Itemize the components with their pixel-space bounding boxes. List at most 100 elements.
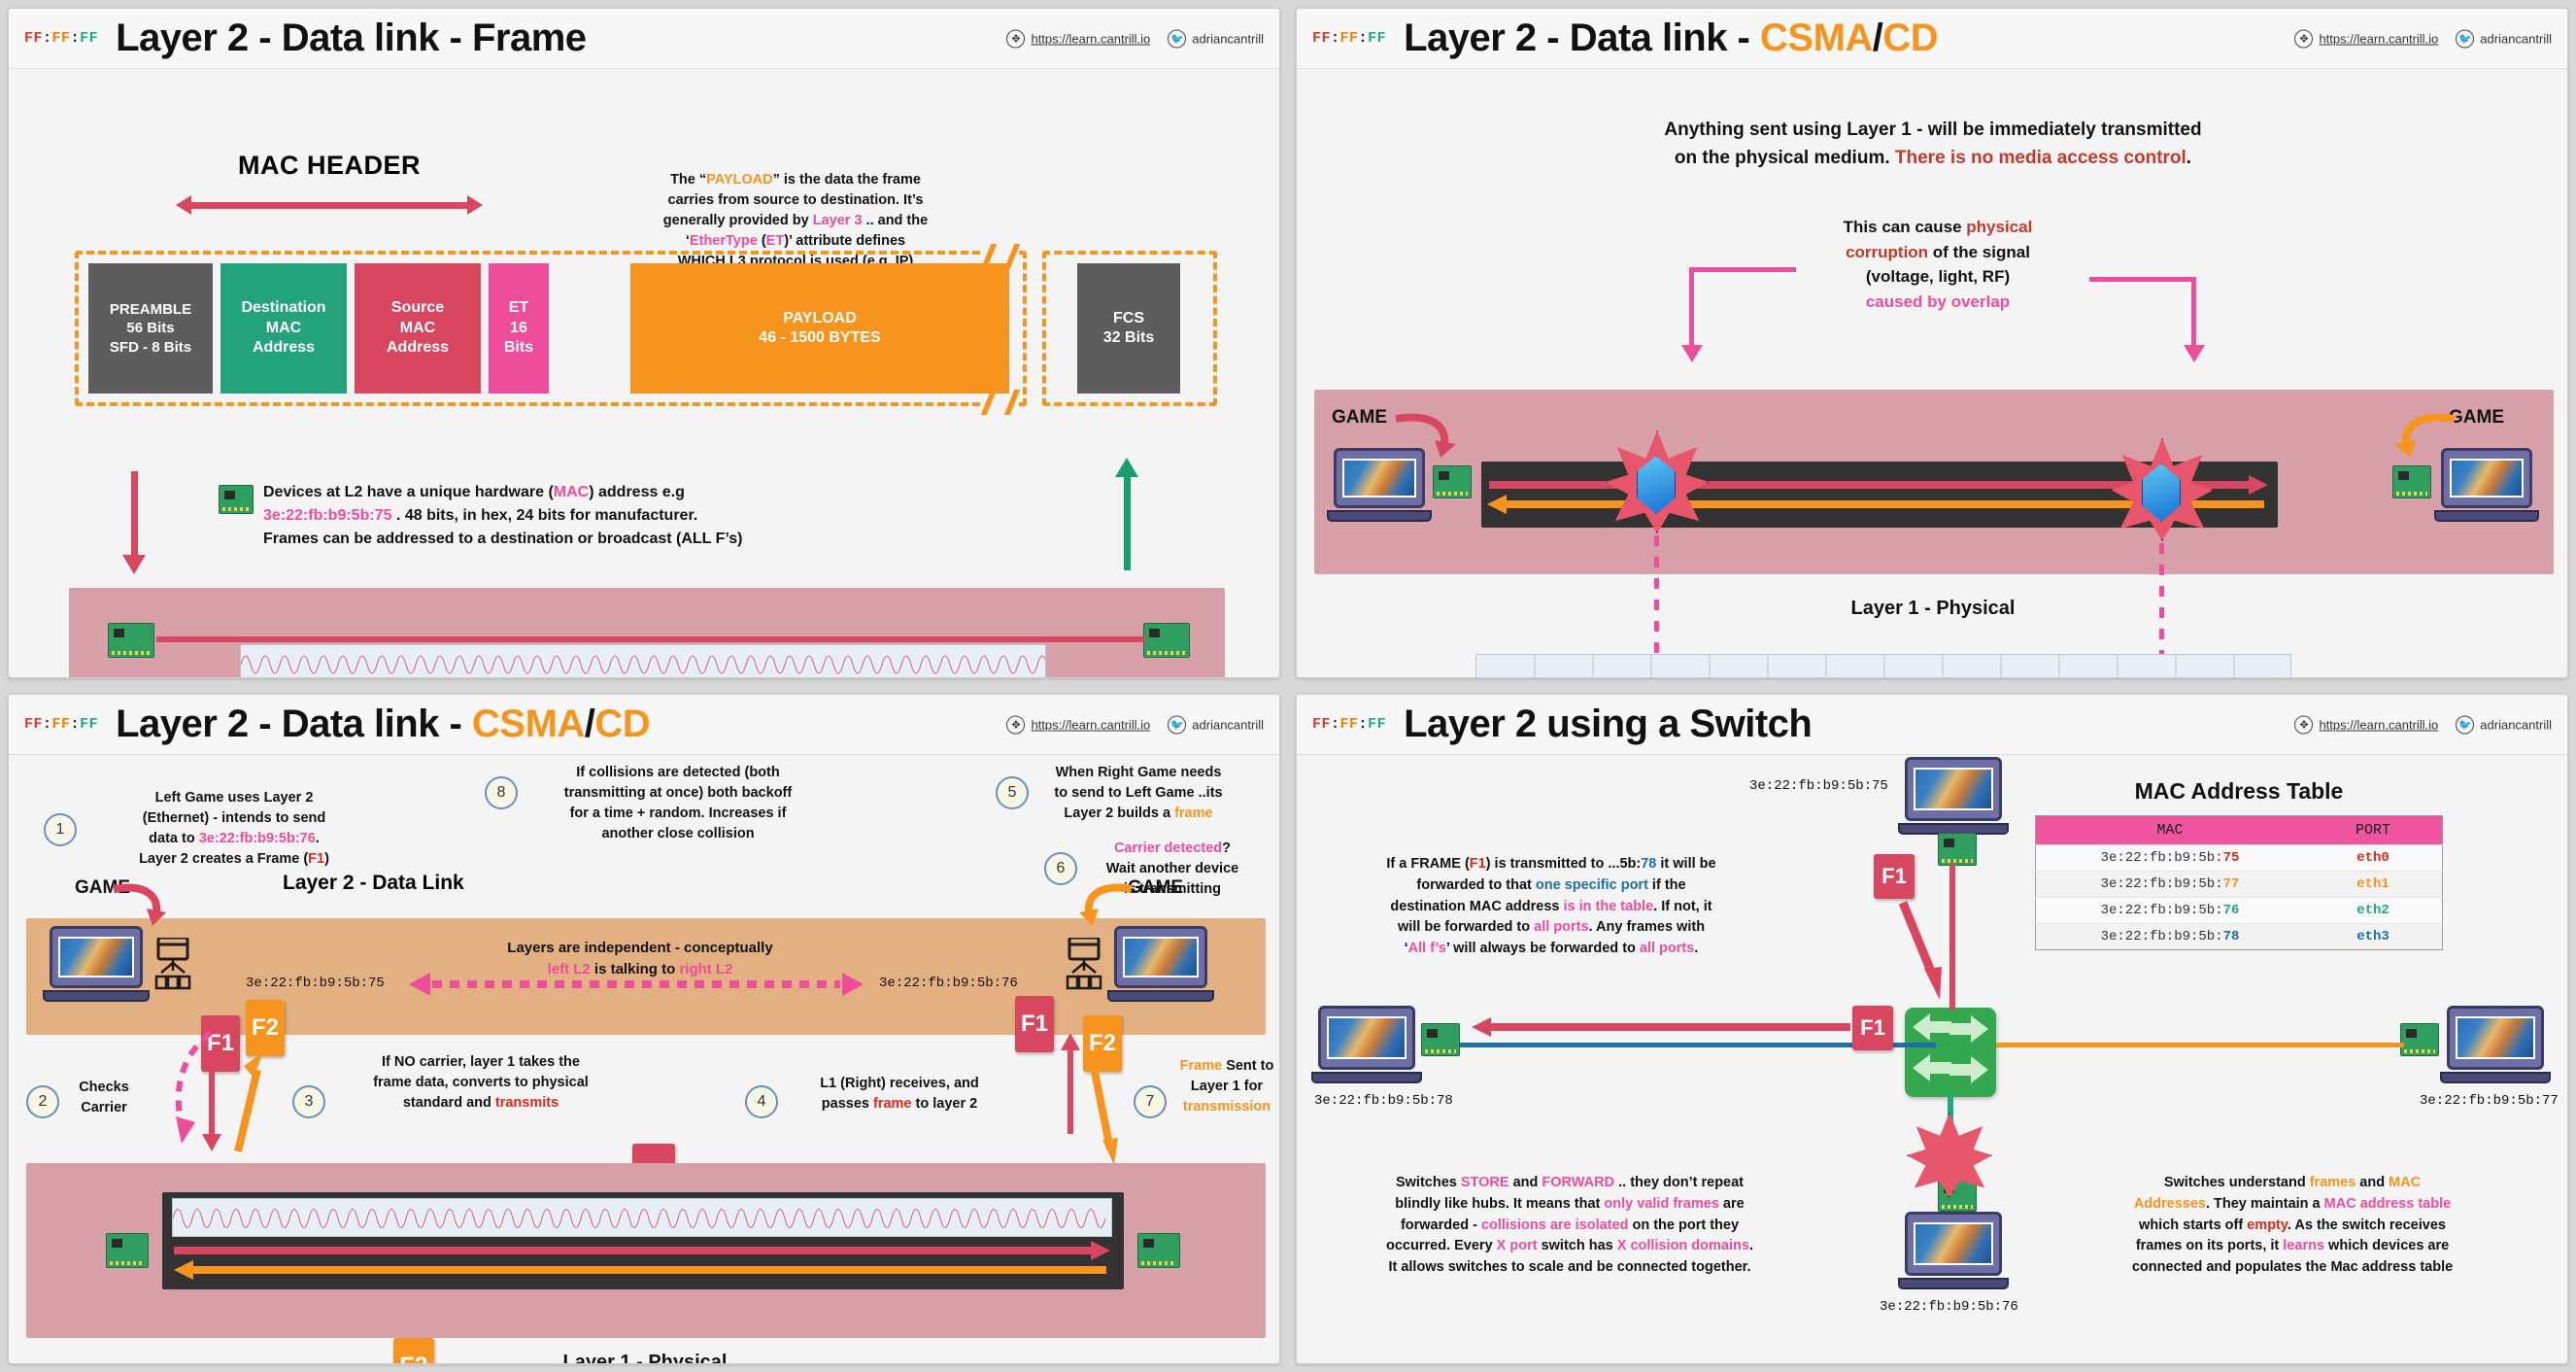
f2-up-arrow-left — [234, 1052, 263, 1152]
game-right-arrow — [2394, 413, 2456, 458]
frame-tag-f2-b: F2 — [1083, 1015, 1122, 1072]
header-links: ✥ https://learn.cantrill.io 🐦 adriancantri… — [1006, 715, 1264, 734]
laptop-image — [1342, 459, 1416, 497]
sn-4e: . — [1748, 1238, 1753, 1254]
nic-left-icon — [106, 1233, 149, 1268]
fn-3a: destination MAC address — [1390, 898, 1564, 914]
title-pre: Layer 2 - Data link - — [1404, 17, 1760, 59]
laptop-image — [1914, 1222, 1993, 1265]
pn-4d: ET — [765, 233, 785, 250]
un-1b: frames — [2309, 1175, 2356, 1190]
site-link[interactable]: ✥ https://learn.cantrill.io — [2294, 715, 2438, 734]
un-4a: frames on its ports, it — [2135, 1238, 2284, 1254]
un-4b: learns — [2283, 1238, 2325, 1254]
laptop-base — [2434, 510, 2539, 522]
step-number-5: 5 — [996, 776, 1029, 809]
twitter-icon: 🐦 — [1168, 29, 1187, 48]
step-number-8: 8 — [485, 776, 518, 809]
sn-3a: forwarded - — [1400, 1217, 1481, 1233]
laptop-image — [2456, 1016, 2535, 1059]
cell-mac: 3e:22:fb:b9:5b:76 — [2035, 897, 2305, 924]
sn-1a: Switches — [1395, 1175, 1461, 1190]
twitter-link[interactable]: 🐦 adriancantrill — [2456, 715, 2552, 734]
site-link-label: https://learn.cantrill.io — [2319, 717, 2439, 732]
sn-5: It allows switches to scale and be conne… — [1388, 1259, 1751, 1275]
laptop-right — [1107, 926, 1214, 1002]
header-links: ✥ https://learn.cantrill.io 🐦 adriancantri… — [1006, 29, 1264, 48]
page-title: Layer 2 - Data link - CSMA/CD — [116, 703, 651, 746]
mac-left-label: 3e:22:fb:b9:5b:75 — [246, 976, 385, 991]
fn-5d: all ports — [1639, 941, 1695, 956]
switch-understand-note: Switches understand frames and MAC Addre… — [2064, 1173, 2521, 1279]
sn-1d: FORWARD — [1542, 1175, 1615, 1190]
waveform-box — [172, 1198, 1112, 1237]
field-line2: 56 Bits — [126, 320, 175, 337]
frame-field-payload: PAYLOAD 46 - 1500 BYTES — [630, 263, 1009, 394]
site-link-label: https://learn.cantrill.io — [1031, 31, 1151, 46]
step-number-7: 7 — [1134, 1085, 1167, 1118]
nic-right-icon — [2392, 465, 2431, 498]
site-link[interactable]: ✥ https://learn.cantrill.io — [1006, 715, 1150, 734]
bus-line-red — [174, 1247, 1099, 1254]
page-title: Layer 2 - Data link - Frame — [116, 17, 587, 59]
hub-icon-left — [154, 938, 191, 990]
twitter-link[interactable]: 🐦 adriancantrill — [1168, 29, 1264, 48]
field-label: ET — [508, 299, 529, 317]
intro-text: Anything sent using Layer 1 - will be im… — [1297, 116, 2567, 173]
corruption-note: This can cause physical corruption of th… — [1744, 215, 2132, 314]
cn-1b: physical — [1966, 218, 2033, 236]
ff-mac-logo: FF:FF:FF — [24, 30, 99, 47]
laptop-image — [58, 937, 134, 978]
elbow-left-v — [1689, 267, 1694, 349]
title-cd: CD — [594, 703, 651, 745]
layer1-label: Layer 1 - Physical — [562, 1352, 728, 1364]
fn-4a: will be forwarded to — [1397, 919, 1535, 936]
waveform-box — [240, 644, 1046, 677]
concept-arrow-right — [842, 973, 864, 996]
waveform-svg — [173, 1208, 1106, 1229]
panel-header: FF:FF:FF Layer 2 - Data link - CSMA/CD ✥… — [1297, 9, 2567, 69]
title-csma: CSMA — [1760, 17, 1873, 59]
cell-port: eth0 — [2304, 844, 2443, 872]
th-port: PORT — [2304, 815, 2443, 845]
sn-3b: collisions are isolated — [1480, 1217, 1629, 1233]
panel-body: 1 Left Game uses Layer 2 (Ethernet) - in… — [9, 755, 1279, 1363]
mac-suffix: 76 — [2222, 903, 2240, 918]
field-line3: Address — [252, 339, 316, 357]
arrow-up-head — [1115, 458, 1138, 477]
mac-table-title: MAC Address Table — [2134, 778, 2344, 804]
ff-mac-logo: FF:FF:FF — [1312, 716, 1387, 733]
f1-up-head-right — [1061, 1033, 1080, 1050]
laptop-left — [43, 926, 150, 1002]
twitter-link[interactable]: 🐦 adriancantrill — [2456, 29, 2552, 48]
nic-left-icon — [108, 623, 154, 658]
step-text-7: Frame Sent to Layer 1 for transmission — [1179, 1058, 1274, 1115]
intro-l2b: There is no media access control — [1894, 148, 2186, 169]
page-title: Layer 2 - Data link - CSMA/CD — [1404, 17, 1939, 60]
field-line2: 16 — [510, 319, 527, 336]
field-line2: MAC — [265, 319, 302, 336]
step-number-1: 1 — [44, 813, 77, 846]
site-link[interactable]: ✥ https://learn.cantrill.io — [1006, 29, 1150, 48]
frame-tag-f1-b: F1 — [1015, 996, 1054, 1052]
fn-1b: F1 — [1469, 856, 1486, 872]
panel-layer2-switch: FF:FF:FF Layer 2 using a Switch ✥ https:/… — [1296, 694, 2568, 1364]
fn-1d: 78 — [1641, 856, 1657, 872]
fn-1a: If a FRAME ( — [1386, 856, 1470, 872]
sn-2c: are — [1718, 1195, 1745, 1212]
field-line3: Bits — [503, 339, 534, 357]
field-label: PAYLOAD — [783, 309, 857, 326]
sn-1e: .. they don’t repeat — [1614, 1175, 1745, 1190]
site-link[interactable]: ✥ https://learn.cantrill.io — [2294, 29, 2438, 48]
step-text-3: If NO carrier, layer 1 takes the frame d… — [373, 1054, 589, 1112]
field-label: Destination — [241, 299, 326, 317]
un-3c: . As the switch receives — [2287, 1217, 2446, 1233]
game-left-arrow — [113, 883, 166, 926]
mac-address-table: MAC PORT 3e:22:fb:b9:5b:75 eth0 3e:22:fb… — [2035, 815, 2443, 950]
panel-csma-cd-top: FF:FF:FF Layer 2 - Data link - CSMA/CD ✥… — [1296, 8, 2568, 678]
th-mac: MAC — [2035, 815, 2305, 845]
twitter-link[interactable]: 🐦 adriancantrill — [1168, 715, 1264, 734]
switch-device — [1905, 1008, 1996, 1097]
twitter-label: adriancantrill — [2480, 31, 2552, 46]
laptop-base — [2440, 1072, 2551, 1083]
